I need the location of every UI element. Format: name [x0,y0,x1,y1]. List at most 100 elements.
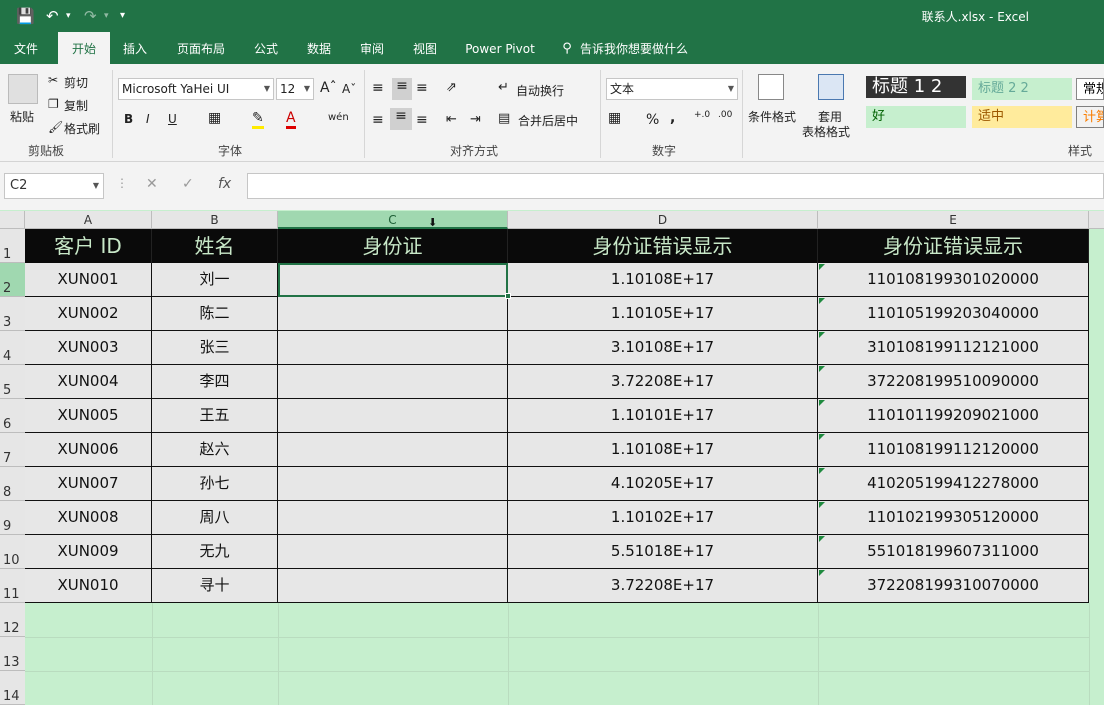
select-all-corner[interactable] [0,211,25,229]
cell-customer-id[interactable]: XUN007 [25,467,152,501]
cell-name[interactable]: 无九 [152,535,278,569]
copy-button[interactable]: 复制 [64,97,88,114]
cell-id-card[interactable] [278,569,508,603]
cell-customer-id[interactable]: XUN006 [25,433,152,467]
cell-id-error-2[interactable]: 110101199209021000 [818,399,1089,433]
cell-customer-id[interactable]: XUN001 [25,263,152,297]
underline-button[interactable]: U [168,112,177,126]
align-left-icon[interactable]: ≡ [372,112,384,128]
style-normal[interactable]: 常规 [1076,78,1104,100]
table-format-button-line2[interactable]: 表格格式 [802,123,850,140]
tab-formulas[interactable]: 公式 [246,32,286,64]
cell-name[interactable]: 刘一 [152,263,278,297]
cell-name[interactable]: 陈二 [152,297,278,331]
fill-color-icon[interactable]: ✎ [252,110,264,129]
row-header[interactable]: 6 [0,399,25,433]
cell-id-card[interactable] [278,365,508,399]
align-middle-icon[interactable]: ≡ [392,78,412,100]
cell-id-card[interactable] [278,433,508,467]
row-header[interactable]: 8 [0,467,25,501]
border-icon[interactable]: ▦ [208,110,221,126]
cell-customer-id[interactable]: XUN010 [25,569,152,603]
cell-id-card[interactable] [278,501,508,535]
insert-function-icon[interactable]: fx [218,176,231,192]
row-header[interactable]: 13 [0,637,25,671]
cell-id-error-2[interactable]: 110105199203040000 [818,297,1089,331]
column-header-a[interactable]: A [25,211,152,229]
font-name-select[interactable]: Microsoft YaHei UI ▼ [118,78,274,100]
wrap-text-button[interactable]: 自动换行 [516,82,564,99]
cell-id-error-1[interactable]: 3.72208E+17 [508,365,818,399]
conditional-format-button[interactable]: 条件格式 [748,108,796,125]
cell-name[interactable]: 李四 [152,365,278,399]
orientation-icon[interactable]: ⇗ [446,80,457,95]
tab-file[interactable]: 文件 [6,32,46,64]
header-id-card[interactable]: 身份证 [278,229,508,263]
redo-dropdown-icon[interactable]: ▾ [104,6,109,26]
tab-review[interactable]: 审阅 [352,32,392,64]
formula-input[interactable] [247,173,1104,199]
paste-icon[interactable] [8,74,38,104]
shrink-font-icon[interactable]: Aˇ [342,82,356,96]
tab-view[interactable]: 视图 [404,32,446,64]
cell-id-error-1[interactable]: 4.10205E+17 [508,467,818,501]
decrease-decimal-icon[interactable]: .00 [718,110,732,120]
cut-button[interactable]: 剪切 [64,74,88,91]
cell-name[interactable]: 赵六 [152,433,278,467]
cell-id-card[interactable] [278,467,508,501]
increase-indent-icon[interactable]: ⇥ [470,112,481,127]
cell-id-error-1[interactable]: 3.10108E+17 [508,331,818,365]
column-header-e[interactable]: E [818,211,1089,229]
cell-id-card[interactable] [278,399,508,433]
cell-id-error-2[interactable]: 110102199305120000 [818,501,1089,535]
accounting-icon[interactable]: ▦ [608,110,621,126]
italic-button[interactable]: I [146,112,150,126]
name-box[interactable]: C2 ▼ [4,173,104,199]
cancel-icon[interactable]: ✕ [146,176,158,192]
cell-id-error-2[interactable]: 110108199112120000 [818,433,1089,467]
font-size-select[interactable]: 12 ▼ [276,78,314,100]
customize-toolbar-icon[interactable]: ▾ [120,6,125,26]
cell-customer-id[interactable]: XUN009 [25,535,152,569]
percent-button[interactable]: % [646,112,659,128]
cell-customer-id[interactable]: XUN008 [25,501,152,535]
cell-customer-id[interactable]: XUN004 [25,365,152,399]
row-header[interactable]: 2 [0,263,25,297]
header-id-error-display-2[interactable]: 身份证错误显示 [818,229,1089,263]
cell-id-card[interactable] [278,263,508,297]
style-good[interactable]: 好 [866,106,966,128]
cell-id-error-2[interactable]: 551018199607311000 [818,535,1089,569]
redo-icon[interactable]: ↷ [84,6,97,26]
align-right-icon[interactable]: ≡ [416,112,428,128]
row-header[interactable]: 1 [0,229,25,263]
cell-name[interactable]: 孙七 [152,467,278,501]
cell-id-error-1[interactable]: 1.10105E+17 [508,297,818,331]
tab-page-layout[interactable]: 页面布局 [170,32,232,64]
cell-id-error-2[interactable]: 372208199510090000 [818,365,1089,399]
enter-icon[interactable]: ✓ [182,176,194,192]
decrease-indent-icon[interactable]: ⇤ [446,112,457,127]
cell-name[interactable]: 张三 [152,331,278,365]
fill-handle[interactable] [505,293,511,299]
grow-font-icon[interactable]: Aˆ [320,80,337,96]
cell-id-error-2[interactable]: 372208199310070000 [818,569,1089,603]
cell-name[interactable]: 寻十 [152,569,278,603]
align-center-icon[interactable]: ≡ [390,108,412,130]
row-header[interactable]: 10 [0,535,25,569]
cell-id-error-1[interactable]: 5.51018E+17 [508,535,818,569]
cell-id-error-1[interactable]: 1.10108E+17 [508,433,818,467]
row-header[interactable]: 12 [0,603,25,637]
save-icon[interactable]: 💾 [16,6,35,26]
cell-id-error-1[interactable]: 1.10102E+17 [508,501,818,535]
tell-me-search[interactable]: 告诉我你想要做什么 [578,32,690,64]
column-header-b[interactable]: B [152,211,278,229]
font-color-icon[interactable]: A [286,110,296,129]
phonetic-button[interactable]: wén [328,112,349,123]
format-painter-button[interactable]: 格式刷 [64,120,100,137]
column-header-c[interactable]: C [278,211,508,229]
row-header[interactable]: 11 [0,569,25,603]
style-heading1[interactable]: 标题 1 2 [866,76,966,98]
header-name[interactable]: 姓名 [152,229,278,263]
align-bottom-icon[interactable]: ≡ [416,80,428,96]
cell-id-error-2[interactable]: 310108199112121000 [818,331,1089,365]
